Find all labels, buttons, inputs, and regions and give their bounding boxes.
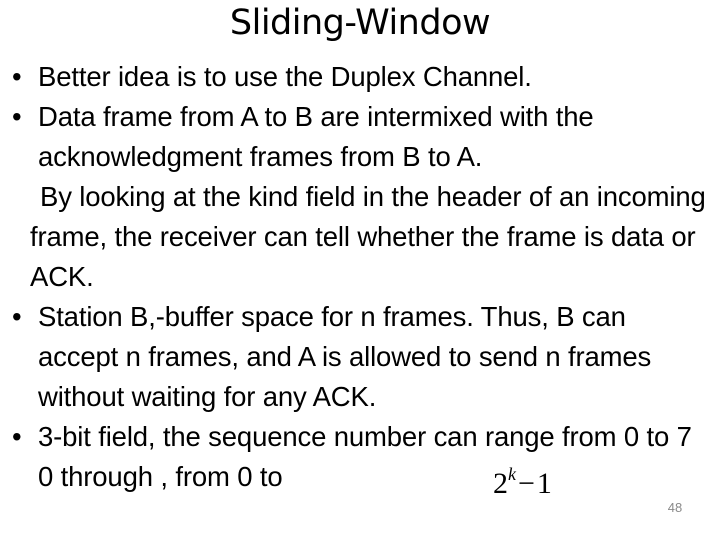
equation-operand: 1	[536, 467, 552, 500]
bullet-text: 3-bit field, the sequence number can ran…	[38, 421, 692, 492]
slide: Sliding-Window • Better idea is to use t…	[0, 0, 720, 540]
bullet-item: • Better idea is to use the Duplex Chann…	[8, 57, 712, 97]
equation-operator: −	[518, 467, 535, 500]
paragraph-text: By looking at the kind field in the head…	[30, 181, 706, 292]
bullet-text: Data frame from A to B are intermixed wi…	[38, 101, 594, 172]
bullet-text: Better idea is to use the Duplex Channel…	[38, 61, 532, 92]
bullet-icon: •	[12, 421, 22, 452]
equation-2-power-k-minus-1: 2k−1	[493, 464, 552, 502]
equation-exponent: k	[508, 464, 516, 484]
bullet-icon: •	[12, 101, 22, 132]
equation-base: 2	[493, 467, 508, 500]
page-number: 48	[667, 500, 683, 515]
bullet-icon: •	[12, 301, 22, 332]
bullet-item: • Data frame from A to B are intermixed …	[8, 97, 712, 177]
page-title: Sliding-Window	[229, 3, 491, 43]
bullet-text: Station B,-buffer space for n frames. Th…	[38, 301, 652, 412]
bullet-item: • Station B,-buffer space for n frames. …	[8, 297, 712, 417]
paragraph-item: By looking at the kind field in the head…	[8, 177, 712, 297]
bullet-icon: •	[12, 61, 22, 92]
slide-body: • Better idea is to use the Duplex Chann…	[8, 57, 712, 497]
bullet-item: • 3-bit field, the sequence number can r…	[8, 417, 712, 497]
